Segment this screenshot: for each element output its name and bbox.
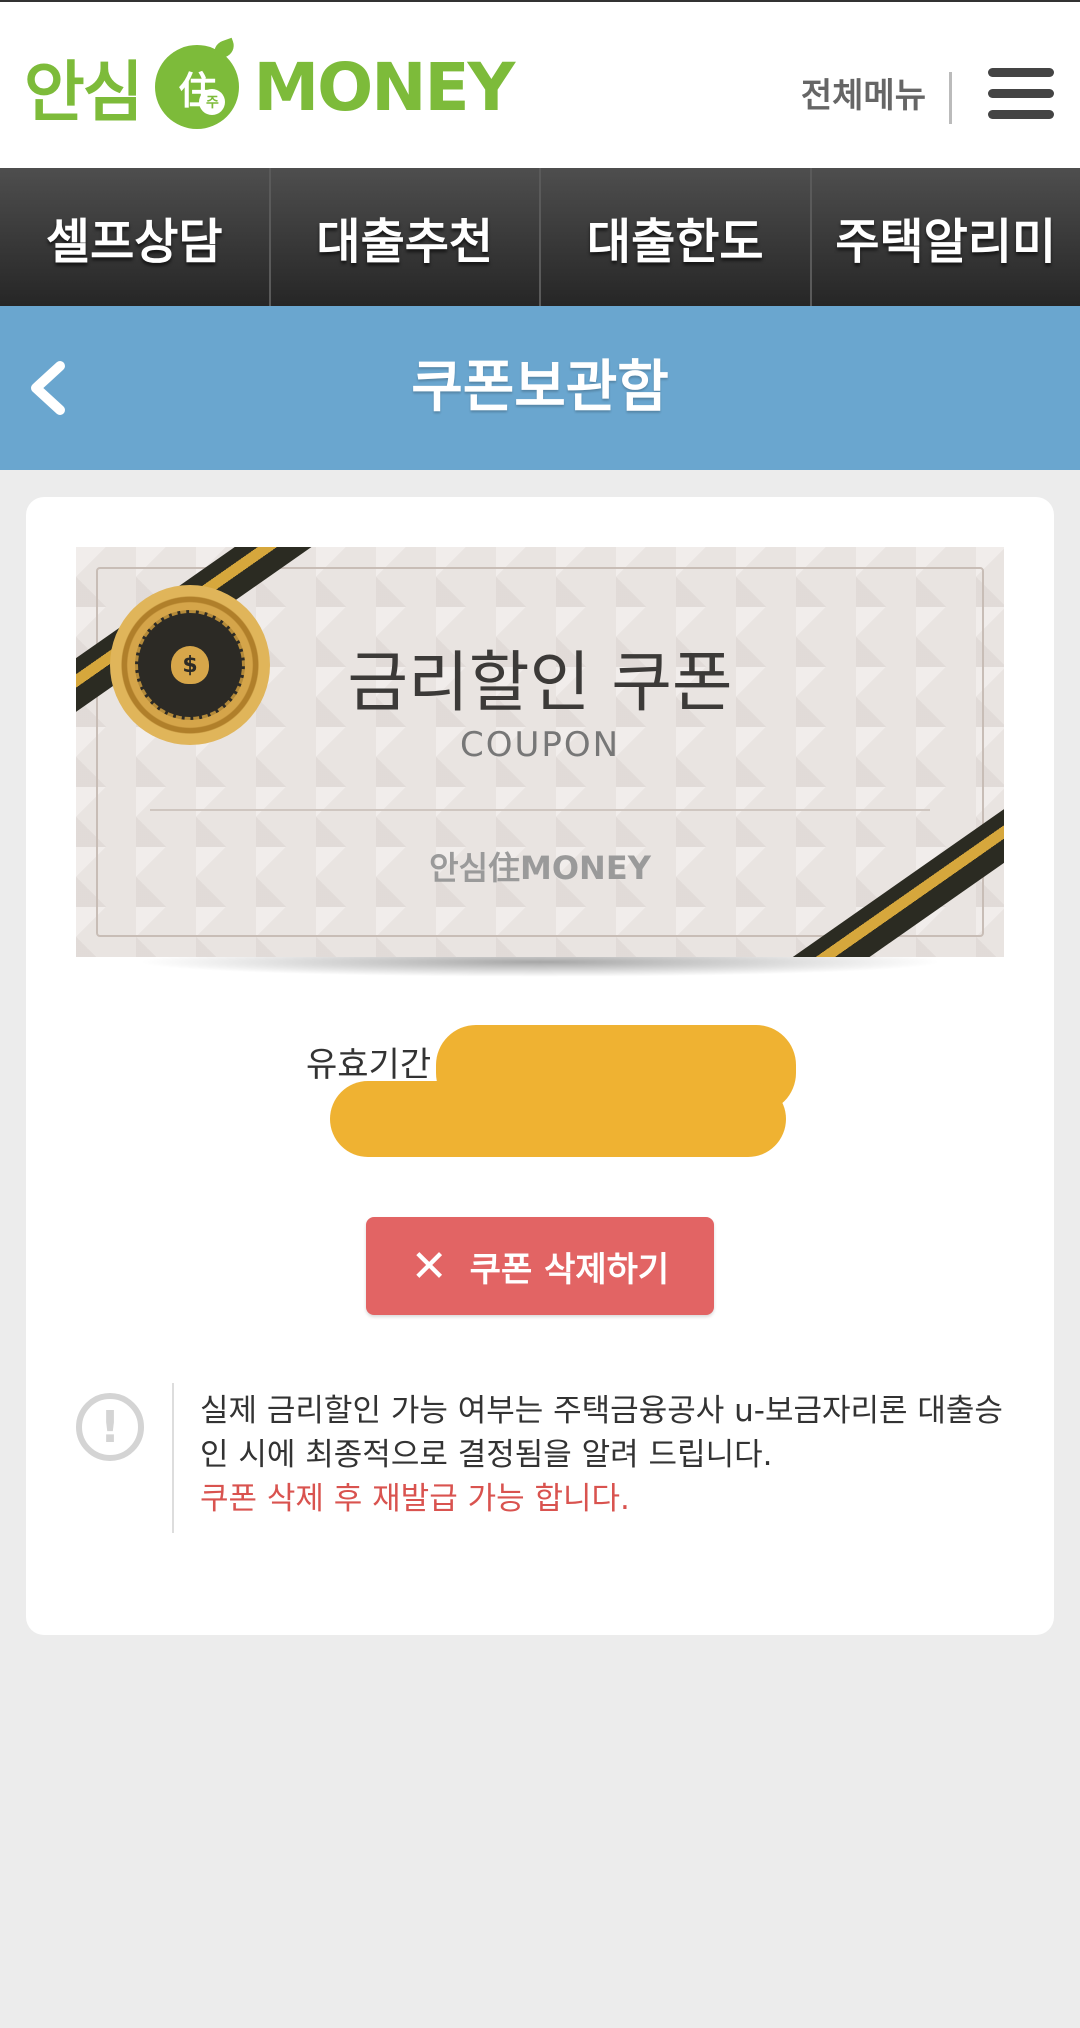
- full-menu-link[interactable]: 전체메뉴: [801, 68, 926, 117]
- coupon-image: $ 금리할인 쿠폰 COUPON 안심住MONEY: [76, 547, 1004, 977]
- delete-coupon-label: 쿠폰 삭제하기: [469, 1249, 670, 1290]
- delete-coupon-button[interactable]: ✕ 쿠폰 삭제하기: [366, 1217, 714, 1315]
- leaf-icon: [211, 37, 238, 61]
- validity-label: 유효기간: [306, 1045, 432, 1085]
- hamburger-menu-icon[interactable]: [988, 68, 1054, 122]
- alert-circle-icon: !: [76, 1393, 144, 1461]
- nav-tab-loan-limit[interactable]: 대출한도: [541, 168, 812, 306]
- coupon-title: 금리할인 쿠폰: [347, 644, 733, 721]
- header-divider: [949, 72, 952, 124]
- app-header: 안심 住 주 MONEY 전체메뉴: [0, 0, 1080, 168]
- page-titlebar: 쿠폰보관함: [0, 306, 1080, 470]
- logo-badge-icon: 住 주: [155, 37, 240, 129]
- main-nav: 셀프상담 대출추천 대출한도 주택알리미: [0, 168, 1080, 306]
- page-title: 쿠폰보관함: [411, 355, 669, 420]
- nav-tab-loan-recommend[interactable]: 대출추천: [271, 168, 541, 306]
- nav-tab-self-consult[interactable]: 셀프상담: [0, 168, 271, 306]
- coupon-ticket: $ 금리할인 쿠폰 COUPON 안심住MONEY: [76, 547, 1004, 957]
- coupon-card: $ 금리할인 쿠폰 COUPON 안심住MONEY 유효기간 ✕ 쿠폰 삭제하기…: [26, 497, 1054, 1635]
- nav-tab-housing-alert[interactable]: 주택알리미: [812, 168, 1080, 306]
- close-icon: ✕: [410, 1240, 448, 1292]
- notice-divider: [172, 1383, 174, 1533]
- notice-line-2: 쿠폰 삭제 후 재발급 가능 합니다.: [200, 1481, 630, 1517]
- redaction-mark-2: [330, 1081, 786, 1157]
- notice-text: 실제 금리할인 가능 여부는 주택금융공사 u-보금자리론 대출승인 시에 최종…: [200, 1389, 1010, 1521]
- logo-text-left: 안심: [24, 54, 143, 131]
- coupon-subtitle: COUPON: [459, 725, 621, 765]
- app-logo[interactable]: 안심 住 주 MONEY: [24, 37, 515, 132]
- logo-text-right: MONEY: [253, 48, 515, 126]
- logo-badge-sub: 주: [199, 89, 226, 115]
- coupon-divider: [150, 809, 930, 811]
- coupon-brand: 안심住MONEY: [429, 849, 651, 887]
- notice-line-1: 실제 금리할인 가능 여부는 주택금융공사 u-보금자리론 대출승인 시에 최종…: [200, 1393, 1003, 1473]
